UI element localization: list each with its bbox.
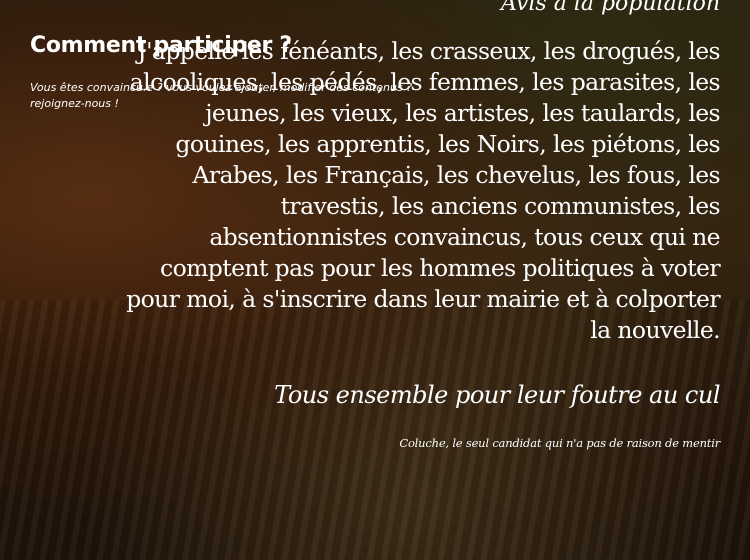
quote-signature: Coluche, le seul candidat qui n'a pas de… [399,436,720,450]
participate-subtitle[interactable]: Vous êtes convaincu.e ? vous voulez ajou… [30,80,450,112]
quote-call-to-action: Tous ensemble pour leur foutre au cul [274,381,720,409]
quote-block: Avis à la population J'appelle les fénéa… [120,0,720,451]
quote-heading: Avis à la population [500,0,720,16]
participate-title[interactable]: Comment participer ? [30,33,292,58]
